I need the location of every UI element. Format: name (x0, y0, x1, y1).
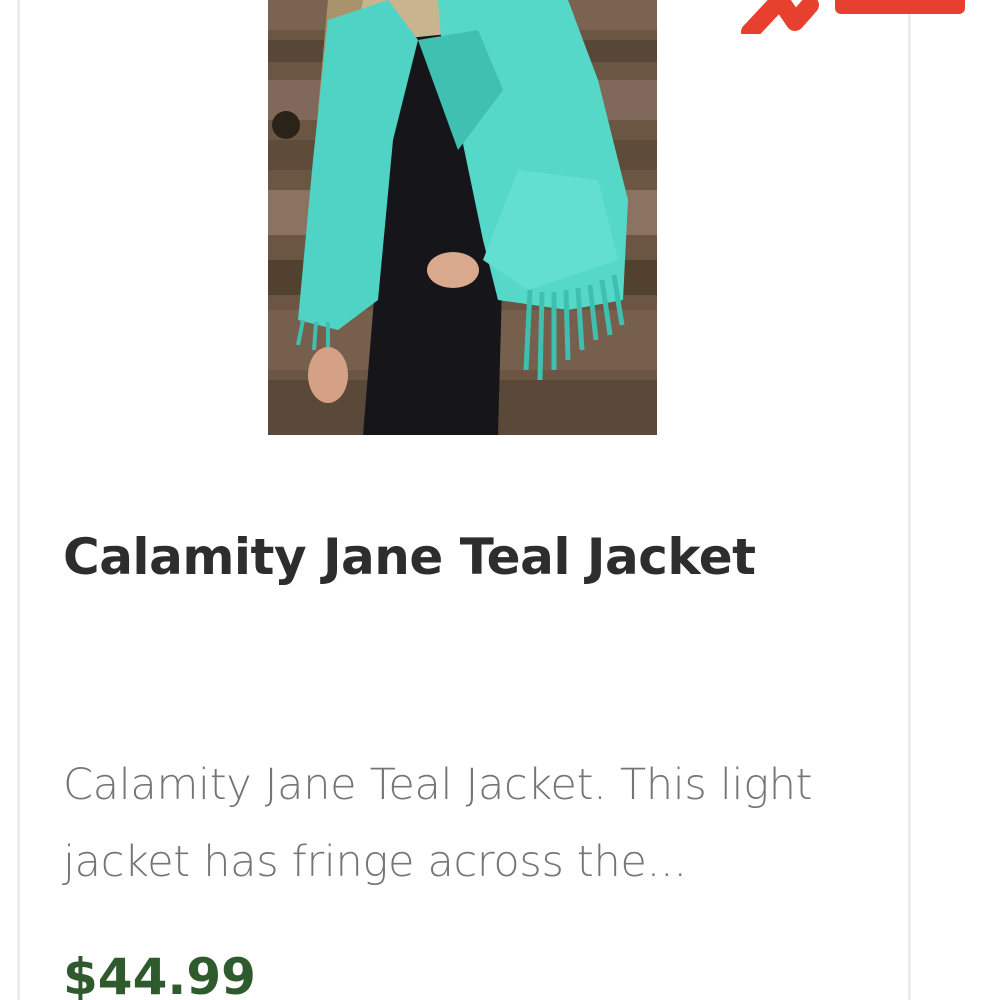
sale-badge-icon (740, 0, 980, 34)
product-description: Calamity Jane Teal Jacket. This light ja… (63, 760, 813, 887)
product-image[interactable] (268, 0, 657, 435)
page: Calamity Jane Teal Jacket Calamity Jane … (0, 0, 999, 1000)
product-price: $44.99 (63, 948, 256, 1000)
product-title[interactable]: Calamity Jane Teal Jacket (63, 528, 756, 586)
